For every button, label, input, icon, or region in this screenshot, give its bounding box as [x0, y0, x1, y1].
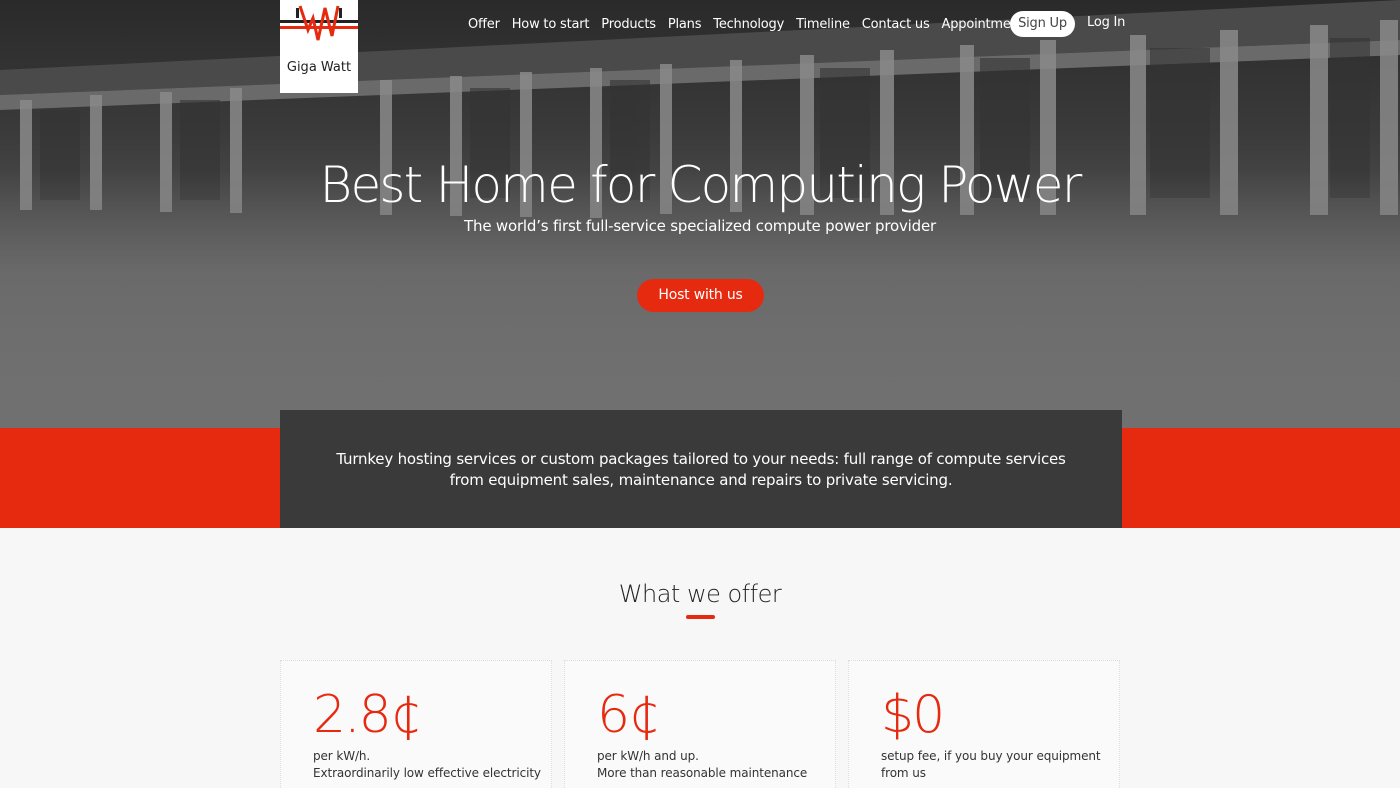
- offer-description: Extraordinarily low effective electricit…: [313, 766, 541, 780]
- offer-title: What we offer: [618, 580, 782, 608]
- login-link[interactable]: Log In: [1087, 15, 1125, 30]
- offer-description: More than reasonable maintenance: [597, 766, 808, 780]
- giga-watt-logo[interactable]: Giga Watt: [280, 0, 358, 93]
- nav-item-technology[interactable]: Technology: [713, 17, 784, 32]
- nav-item-how-to-start[interactable]: How to start: [512, 17, 590, 32]
- logo-mark-icon: [280, 5, 358, 41]
- nav-item-plans[interactable]: Plans: [668, 17, 702, 32]
- intro-text: Turnkey hosting services or custom packa…: [336, 450, 1066, 489]
- signup-button[interactable]: Sign Up: [1010, 11, 1075, 37]
- nav-item-offer[interactable]: Offer: [468, 17, 500, 32]
- nav-item-products[interactable]: Products: [601, 17, 656, 32]
- nav-item-contact-us[interactable]: Contact us: [862, 17, 930, 32]
- offer-unit: setup fee, if you buy your equipment: [881, 749, 1101, 763]
- logo-text: Giga Watt: [286, 60, 352, 75]
- offer-card-maintenance: 6¢ per kW/h and up. More than reasonable…: [564, 660, 836, 788]
- main-nav: Offer How to start Products Plans Techno…: [462, 14, 1036, 34]
- offer-value: $0: [881, 685, 945, 745]
- offer-card-electricity: 2.8¢ per kW/h. Extraordinarily low effec…: [280, 660, 552, 788]
- offer-description: from us: [881, 766, 926, 780]
- offer-unit: per kW/h and up.: [597, 749, 699, 763]
- offer-card-setup-fee: $0 setup fee, if you buy your equipment …: [848, 660, 1120, 788]
- offer-unit: per kW/h.: [313, 749, 371, 763]
- offer-value: 6¢: [597, 685, 661, 745]
- hero-subtitle: The world’s first full-service specializ…: [464, 217, 936, 235]
- offer-title-underline: [686, 615, 715, 619]
- host-with-us-button[interactable]: Host with us: [637, 279, 764, 312]
- hero-title: Best Home for Computing Power: [319, 156, 1083, 214]
- offer-value: 2.8¢: [313, 685, 423, 745]
- nav-item-timeline[interactable]: Timeline: [796, 17, 850, 32]
- hero-section: [0, 0, 1400, 430]
